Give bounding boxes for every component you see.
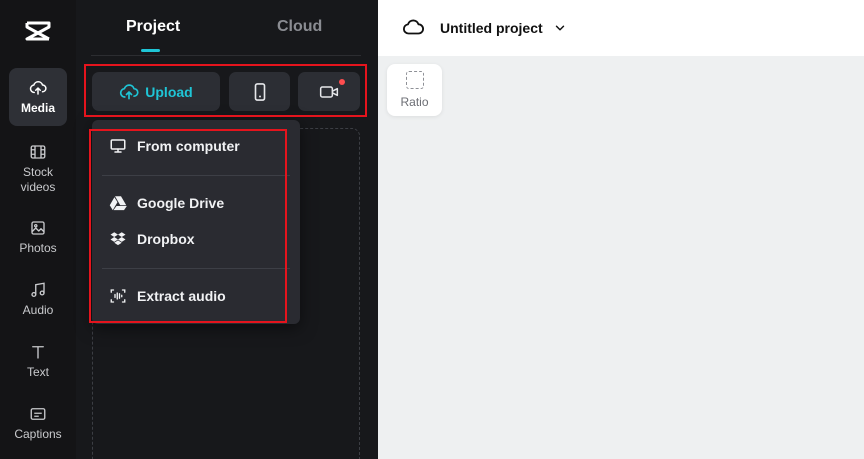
menu-item-from-computer[interactable]: From computer — [109, 135, 240, 157]
rail-item-label: Captions — [14, 426, 62, 441]
dropbox-icon — [110, 232, 126, 246]
tab-project[interactable]: Project — [126, 18, 180, 36]
tab-cloud[interactable]: Cloud — [277, 18, 322, 36]
active-tab-indicator — [141, 49, 160, 52]
rail-item-audio[interactable]: Audio — [9, 270, 67, 328]
extract-audio-icon — [110, 289, 126, 303]
capcut-logo-icon[interactable] — [24, 19, 52, 43]
google-drive-icon — [109, 196, 127, 211]
rail-item-label: Photos — [19, 240, 57, 255]
upload-button[interactable]: Upload — [92, 72, 220, 111]
ratio-button[interactable]: Ratio — [387, 64, 442, 116]
project-title-dropdown[interactable]: Untitled project — [402, 17, 567, 39]
text-icon — [32, 345, 44, 359]
menu-item-label: Google Drive — [137, 195, 225, 211]
rail-item-stock-videos[interactable]: Stock videos — [9, 138, 67, 200]
ratio-label: Ratio — [400, 95, 429, 109]
cloud-icon — [402, 19, 424, 35]
cloud-upload-icon — [120, 83, 139, 99]
rail-item-label: Stock videos — [20, 165, 56, 194]
rail-item-media[interactable]: Media — [9, 68, 67, 126]
monitor-icon — [110, 139, 126, 153]
rail-item-label: Media — [20, 100, 55, 115]
rail-item-captions[interactable]: Captions — [9, 394, 67, 452]
ratio-icon — [405, 71, 424, 89]
menu-item-label: Dropbox — [137, 231, 195, 247]
left-rail: Media Stock videos Photos Audio Text Cap… — [0, 0, 76, 459]
music-note-icon — [31, 281, 45, 297]
video-camera-icon — [319, 85, 339, 98]
menu-item-extract-audio[interactable]: Extract audio — [109, 285, 226, 307]
project-title: Untitled project — [440, 20, 543, 36]
phone-icon — [254, 82, 265, 101]
cloud-upload-icon — [29, 80, 47, 95]
menu-item-label: From computer — [137, 138, 240, 154]
phone-upload-button[interactable] — [229, 72, 290, 111]
menu-divider — [102, 268, 290, 269]
menu-item-dropbox[interactable]: Dropbox — [109, 228, 195, 250]
chevron-down-icon — [555, 25, 564, 31]
top-bar: Untitled project — [378, 0, 864, 56]
captions-icon — [30, 407, 46, 420]
canvas-area[interactable] — [378, 56, 864, 459]
film-icon — [30, 145, 46, 159]
upload-menu: From computer Google Drive Dropbox Extra… — [92, 120, 300, 324]
menu-item-label: Extract audio — [137, 288, 226, 304]
upload-label: Upload — [145, 83, 193, 100]
panel-tabs: Project Cloud — [76, 0, 378, 56]
rail-item-label: Text — [26, 364, 49, 379]
rail-item-photos[interactable]: Photos — [9, 208, 67, 266]
menu-item-google-drive[interactable]: Google Drive — [109, 192, 224, 214]
record-button[interactable] — [298, 72, 360, 111]
rail-item-text[interactable]: Text — [9, 332, 67, 390]
notification-dot — [339, 79, 345, 85]
tabs-divider — [91, 55, 361, 56]
menu-divider — [102, 175, 290, 176]
image-icon — [31, 220, 45, 235]
rail-item-label: Audio — [22, 302, 54, 317]
